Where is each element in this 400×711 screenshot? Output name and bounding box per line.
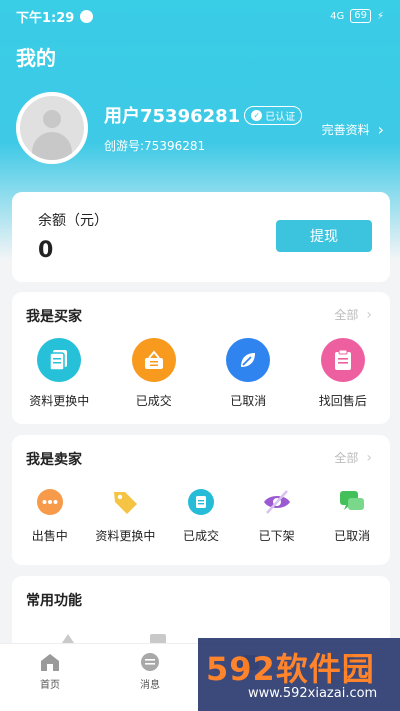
balance-value: 0: [38, 238, 54, 263]
seller-item-removed[interactable]: 已下架: [239, 487, 315, 544]
tab-label: 消息: [140, 680, 160, 691]
chevron-right-icon: ›: [377, 120, 384, 139]
seller-item-cancelled[interactable]: 已取消: [314, 487, 390, 544]
charging-icon: ⚡: [376, 10, 384, 22]
seller-item-label: 已取消: [334, 529, 371, 543]
watermark-brand: 592软件园: [206, 650, 375, 688]
avatar-body-shape: [32, 132, 72, 160]
seller-item-label: 资料更换中: [95, 529, 156, 543]
chevron-right-icon: ›: [366, 306, 372, 323]
tab-home[interactable]: 首页: [0, 644, 100, 711]
chat-icon: [337, 487, 367, 517]
withdraw-button[interactable]: 提现: [276, 220, 372, 252]
check-icon: ✓: [251, 109, 263, 121]
chevron-right-icon: ›: [366, 449, 372, 466]
buyer-all-link[interactable]: 全部 ›: [334, 306, 372, 323]
username-text: 用户75396281: [104, 106, 241, 127]
balance-card: 余额（元） 0 提现: [12, 192, 390, 282]
network-label: 4G: [330, 10, 345, 22]
home-icon: [41, 654, 59, 671]
seller-item-changing[interactable]: 资料更换中: [88, 487, 164, 544]
seller-item-label: 已下架: [258, 529, 295, 543]
status-bar: 下午1:29 4G 69 ⚡: [0, 0, 400, 32]
tab-label: 首页: [40, 680, 60, 691]
cancel-icon: [226, 338, 271, 382]
tag-icon: [110, 487, 140, 517]
avatar[interactable]: [16, 92, 88, 164]
buyer-item-label: 找回售后: [318, 394, 367, 408]
buyer-item-aftersale[interactable]: 找回售后: [296, 338, 391, 409]
seller-all-link[interactable]: 全部 ›: [334, 449, 372, 466]
common-title: 常用功能: [26, 593, 82, 609]
balance-label: 余额（元）: [38, 213, 108, 229]
message-icon: [141, 653, 159, 671]
buyer-title: 我是买家: [26, 309, 82, 325]
tab-messages[interactable]: 消息: [100, 644, 200, 711]
buyer-all-label: 全部: [334, 308, 359, 322]
seller-item-label: 出售中: [31, 529, 68, 543]
buyer-item-cancelled[interactable]: 已取消: [201, 338, 296, 409]
verified-label: 已认证: [265, 111, 296, 123]
seller-item-done[interactable]: 已成交: [163, 487, 239, 544]
battery-icon: 69: [350, 9, 371, 23]
status-time: 下午1:29: [16, 10, 75, 26]
buyer-item-label: 已取消: [230, 394, 267, 408]
buyer-item-changing[interactable]: 资料更换中: [12, 338, 107, 409]
document-icon: [186, 487, 216, 517]
buyer-item-label: 已成交: [135, 394, 172, 408]
document-icon: [37, 338, 82, 382]
verified-badge: ✓ 已认证: [244, 105, 303, 125]
buyer-section: 我是买家 全部 › 资料更换中 已成交 已取消 找回售后: [12, 292, 390, 424]
clipboard-icon: [320, 338, 365, 382]
avatar-head-shape: [43, 110, 61, 128]
seller-section: 我是卖家 全部 › 出售中 资料更换中 已成交 已下架 已取消: [12, 435, 390, 565]
watermark: 592软件园 www.592xiazai.com: [198, 638, 400, 711]
seller-item-selling[interactable]: 出售中: [12, 487, 88, 544]
page-title: 我的: [16, 46, 56, 70]
seller-title: 我是卖家: [26, 452, 82, 468]
watermark-url: www.592xiazai.com: [248, 686, 378, 701]
complete-profile-link[interactable]: 完善资料 ›: [322, 120, 384, 139]
seller-all-label: 全部: [334, 451, 359, 465]
app-notification-icon: [80, 9, 94, 23]
more-icon: [35, 487, 65, 517]
status-indicators: 4G 69 ⚡: [330, 9, 384, 23]
buyer-item-done[interactable]: 已成交: [107, 338, 202, 409]
cart-icon: [131, 338, 176, 382]
buyer-item-label: 资料更换中: [29, 394, 90, 408]
user-id: 创游号:75396281: [104, 139, 206, 153]
seller-item-label: 已成交: [182, 529, 219, 543]
complete-profile-label: 完善资料: [321, 123, 370, 137]
hidden-icon: [262, 487, 292, 517]
username: 用户75396281 ✓ 已认证: [104, 102, 303, 128]
